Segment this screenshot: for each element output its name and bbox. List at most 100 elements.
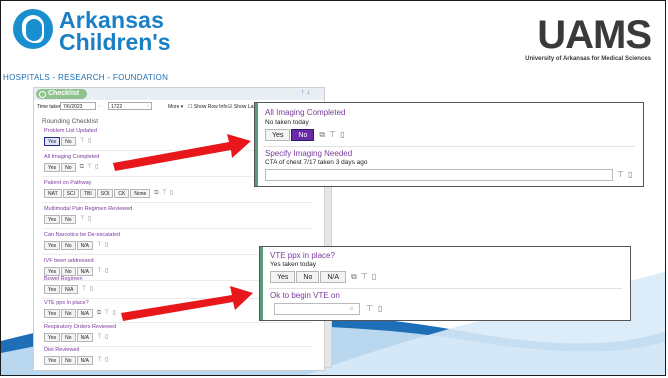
no-button-selected[interactable]: No: [291, 129, 315, 141]
copy-icon[interactable]: ⧉: [154, 189, 158, 198]
na-button[interactable]: N/A: [61, 285, 78, 294]
childrens-logo-icon: [13, 9, 53, 49]
yes-button[interactable]: Yes: [44, 267, 61, 276]
note-icon[interactable]: ▯: [378, 304, 382, 313]
uams-title: UAMS: [537, 13, 652, 57]
calendar-icon[interactable]: ▫: [98, 104, 100, 110]
filter-icon[interactable]: ⊤: [87, 163, 92, 172]
yes-button[interactable]: Yes: [44, 356, 61, 365]
note-icon[interactable]: ▯: [88, 215, 91, 224]
yes-button[interactable]: Yes: [265, 129, 291, 141]
note-icon[interactable]: ▯: [88, 137, 91, 146]
nat-button[interactable]: NAT: [44, 189, 62, 198]
imaging-popup-title: All Imaging Completed: [265, 108, 346, 117]
note-icon[interactable]: ▯: [105, 241, 108, 250]
item-label-problem-list: Problem List Updated: [44, 128, 97, 134]
note-icon[interactable]: ▯: [95, 163, 98, 172]
filter-icon[interactable]: ⊤: [80, 215, 85, 224]
begin-vte-date-input[interactable]: [274, 303, 360, 315]
copy-icon[interactable]: ⧉: [97, 309, 101, 318]
note-icon[interactable]: ▯: [170, 189, 173, 198]
no-button[interactable]: No: [61, 137, 76, 146]
na-button[interactable]: N/A: [76, 309, 93, 318]
vte-popup: VTE ppx in place? Yes taken today Yes No N…: [259, 246, 631, 321]
yes-button[interactable]: Yes: [44, 163, 61, 172]
no-button[interactable]: No: [61, 356, 76, 365]
logo-tagline: HOSPITALS - RESEARCH - FOUNDATION: [3, 73, 169, 82]
filter-icon[interactable]: ⊤: [97, 333, 102, 342]
item-label-pain-regimen: Multimodal Pain Regimen Reviewed: [44, 206, 133, 212]
calendar-icon[interactable]: ▫: [350, 304, 353, 313]
na-button[interactable]: N/A: [76, 241, 93, 250]
note-icon[interactable]: ▯: [105, 333, 108, 342]
arkansas-childrens-logo: Arkansas Children's: [13, 7, 173, 77]
note-icon[interactable]: ▯: [628, 170, 632, 179]
imaging-popup-subtitle: No taken today: [265, 119, 309, 126]
na-button[interactable]: N/A: [320, 271, 347, 283]
no-button[interactable]: No: [296, 271, 320, 283]
yes-button[interactable]: Yes: [44, 285, 61, 294]
ck-button[interactable]: CK: [114, 189, 130, 198]
note-icon[interactable]: ▯: [105, 267, 108, 276]
note-icon[interactable]: ▯: [112, 309, 115, 318]
na-button[interactable]: N/A: [76, 333, 93, 342]
show-row-info-checkbox[interactable]: ☐ Show Row Info: [188, 104, 228, 110]
checklist-tab[interactable]: Checklist: [36, 89, 88, 99]
no-button[interactable]: No: [61, 163, 76, 172]
none-button[interactable]: None: [130, 189, 151, 198]
clock-icon[interactable]: ◔: [146, 104, 149, 110]
show-row-info-label: Show Row Info: [193, 104, 228, 110]
yes-button[interactable]: Yes: [44, 333, 61, 342]
specify-imaging-input[interactable]: [265, 169, 613, 181]
na-button[interactable]: N/A: [76, 267, 93, 276]
slide: Arkansas Children's HOSPITALS - RESEARCH…: [0, 0, 666, 376]
filter-icon[interactable]: ⊤: [361, 271, 368, 283]
no-button[interactable]: No: [61, 215, 76, 224]
na-button[interactable]: N/A: [76, 356, 93, 365]
filter-icon[interactable]: ⊤: [97, 241, 102, 250]
more-menu[interactable]: More ▾: [168, 104, 183, 110]
filter-icon[interactable]: ⊤: [162, 189, 167, 198]
copy-icon[interactable]: ⧉: [319, 129, 325, 141]
imaging-popup-buttons: Yes No ⧉ ⊤ ▯: [265, 129, 344, 147]
no-button[interactable]: No: [61, 267, 76, 276]
filter-icon[interactable]: ⊤: [617, 170, 624, 179]
note-icon[interactable]: ▯: [90, 285, 93, 294]
sort-arrows-icon[interactable]: ↑ ↓: [301, 89, 310, 96]
filter-icon[interactable]: ⊤: [329, 129, 336, 141]
no-button[interactable]: No: [61, 309, 76, 318]
specify-imaging-value: CTA of chest 7/17 taken 3 days ago: [265, 159, 368, 166]
note-icon[interactable]: ▯: [372, 271, 376, 283]
yes-button[interactable]: Yes: [44, 215, 61, 224]
button-row-problem-list: Yes No ⊤ ▯: [44, 137, 91, 146]
button-row-pain: Yes No ⊤ ▯: [44, 215, 91, 224]
button-row-respiratory: Yes No N/A ⊤ ▯: [44, 333, 108, 342]
yes-button[interactable]: Yes: [44, 309, 61, 318]
section-title: Rounding Checklist: [42, 118, 99, 125]
date-input[interactable]: 7/6/2023: [60, 102, 96, 110]
uams-logo: UAMS University of Arkansas for Medical …: [525, 13, 652, 62]
filter-icon[interactable]: ⊤: [82, 285, 87, 294]
copy-icon[interactable]: ⧉: [351, 271, 357, 283]
note-icon[interactable]: ▯: [105, 356, 108, 365]
filter-icon[interactable]: ⊤: [97, 356, 102, 365]
yes-button[interactable]: Yes: [44, 137, 61, 146]
vte-popup-buttons: Yes No N/A ⧉ ⊤ ▯: [270, 271, 376, 289]
note-icon[interactable]: ▯: [340, 129, 344, 141]
button-row-all-imaging: Yes No ⧉ ⊤ ▯: [44, 163, 98, 172]
vte-popup-subtitle: Yes taken today: [270, 261, 317, 268]
tbi-button[interactable]: TBI: [79, 189, 96, 198]
soi-button[interactable]: SOI: [96, 189, 114, 198]
button-row-vte: Yes No N/A ⧉ ⊤ ▯: [44, 309, 116, 318]
no-button[interactable]: No: [61, 241, 76, 250]
yes-button[interactable]: Yes: [44, 241, 61, 250]
copy-icon[interactable]: ⧉: [80, 163, 84, 172]
filter-icon[interactable]: ⊤: [97, 267, 102, 276]
filter-icon[interactable]: ⊤: [80, 137, 85, 146]
begin-vte-title: Ok to begin VTE on: [270, 291, 340, 300]
no-button[interactable]: No: [61, 333, 76, 342]
filter-icon[interactable]: ⊤: [104, 309, 109, 318]
filter-icon[interactable]: ⊤: [366, 304, 373, 313]
sci-button[interactable]: SCI: [62, 189, 79, 198]
yes-button[interactable]: Yes: [270, 271, 296, 283]
